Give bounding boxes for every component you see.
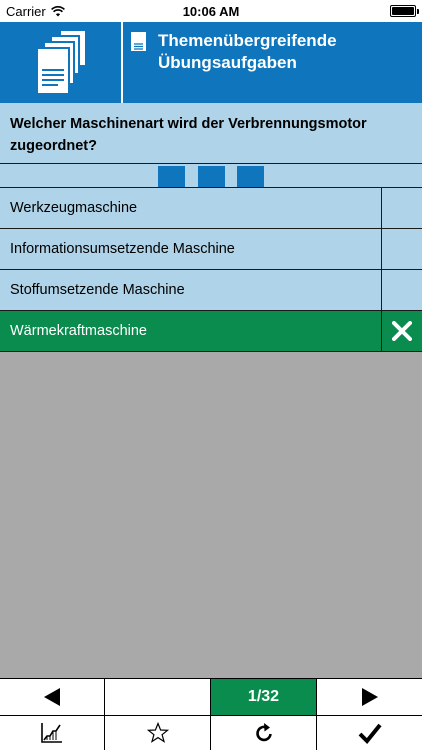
nav-empty-cell [105, 679, 211, 715]
navigation-bar: 1/32 [0, 678, 422, 715]
tool-bar [0, 715, 422, 750]
header: Themenübergreifende Übungsaufgaben [0, 22, 422, 103]
header-divider [121, 22, 123, 103]
page-title: Themenübergreifende Übungsaufgaben [158, 31, 337, 72]
progress-segment [158, 166, 185, 187]
triangle-right-icon [361, 688, 378, 706]
status-time: 10:06 AM [182, 4, 240, 19]
answer-checkbox[interactable] [381, 229, 422, 269]
close-icon [392, 321, 412, 341]
answer-checkbox[interactable] [381, 311, 422, 351]
chart-icon [41, 723, 62, 743]
answer-label: Werkzeugmaschine [10, 200, 138, 216]
question-text: Welcher Maschinenart wird der Verbrennun… [0, 103, 422, 164]
answer-checkbox[interactable] [381, 188, 422, 228]
previous-button[interactable] [0, 679, 105, 715]
answer-option[interactable]: Werkzeugmaschine [0, 188, 422, 229]
battery-fill [392, 7, 414, 15]
header-title-wrap: Themenübergreifende Übungsaufgaben [131, 30, 414, 74]
progress-strip [0, 164, 422, 188]
battery-icon [390, 5, 419, 17]
answer-list: Werkzeugmaschine Informationsumsetzende … [0, 188, 422, 352]
documents-stack-icon [0, 22, 121, 103]
progress-segment [198, 166, 225, 187]
favorite-button[interactable] [105, 716, 211, 750]
answer-option[interactable]: Stoffumsetzende Maschine [0, 270, 422, 311]
triangle-left-icon [44, 688, 60, 706]
next-button[interactable] [317, 679, 422, 715]
answer-option-selected[interactable]: Wärmekraftmaschine [0, 311, 422, 352]
repeat-button[interactable] [211, 716, 317, 750]
status-bar: Carrier 10:06 AM [0, 0, 422, 22]
answer-checkbox[interactable] [381, 270, 422, 310]
page-indicator: 1/32 [211, 679, 317, 715]
answer-label: Stoffumsetzende Maschine [10, 282, 185, 298]
star-icon [146, 722, 169, 743]
checkmark-icon [358, 723, 382, 744]
progress-segment [237, 166, 264, 187]
statistics-button[interactable] [0, 716, 105, 750]
answer-option[interactable]: Informationsumsetzende Maschine [0, 229, 422, 270]
check-answer-button[interactable] [317, 716, 422, 750]
refresh-icon [255, 723, 272, 742]
answer-label: Informationsumsetzende Maschine [10, 241, 235, 257]
document-icon [131, 32, 146, 51]
answer-label: Wärmekraftmaschine [10, 323, 147, 339]
